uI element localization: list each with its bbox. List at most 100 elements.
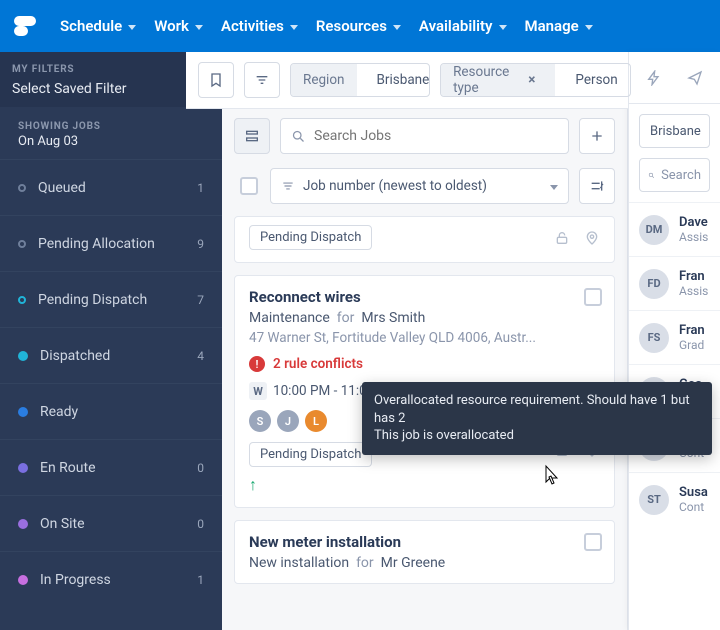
job-address: 47 Warner St, Fortitude Valley QLD 4006,… <box>249 330 600 346</box>
status-count: 4 <box>197 349 204 363</box>
nav-work[interactable]: Work <box>154 17 203 35</box>
resource-name: Fran <box>679 269 708 284</box>
resource-name: Fran <box>679 323 705 338</box>
job-title: Reconnect wires <box>249 288 600 306</box>
status-count: 7 <box>197 293 204 307</box>
app-logo <box>14 14 42 38</box>
nav-activities[interactable]: Activities <box>221 17 298 35</box>
status-badge: Pending Dispatch <box>249 225 372 250</box>
region-filter-select[interactable]: Brisbane <box>639 114 710 148</box>
chevron-down-icon <box>499 25 507 30</box>
avatar: DM <box>639 215 669 245</box>
send-button[interactable] <box>680 60 711 96</box>
resource-name: Susa <box>679 485 708 500</box>
filter-chip-region[interactable]: Region Brisbane <box>290 63 430 97</box>
status-row[interactable]: En Route0 <box>0 439 222 495</box>
status-name: Pending Dispatch <box>38 292 147 308</box>
resource-row[interactable]: FSFranGrad <box>629 310 720 364</box>
status-count: 9 <box>197 237 204 251</box>
search-icon <box>291 129 306 144</box>
add-job-button[interactable] <box>579 118 615 154</box>
status-row[interactable]: On Site 0 <box>0 495 222 551</box>
status-row[interactable]: Pending Allocation 9 <box>0 215 222 271</box>
status-row[interactable]: Queued 1 <box>0 159 222 215</box>
status-name: In Progress <box>40 572 111 588</box>
chevron-down-icon <box>128 25 136 30</box>
status-row[interactable]: Pending Dispatch 7 <box>0 271 222 327</box>
status-list: Queued 1 Pending Allocation 9 Pending Dispat… <box>0 159 222 630</box>
resource-role: Cont <box>679 500 708 514</box>
nav-manage[interactable]: Manage <box>525 17 593 35</box>
status-dot <box>18 575 28 585</box>
arrow-up-icon: ↑ <box>249 475 257 495</box>
job-subtitle: New installation for Mr Greene <box>249 555 600 571</box>
filter-settings-button[interactable] <box>244 62 280 98</box>
resource-row[interactable]: FDFranAssis <box>629 256 720 310</box>
chevron-down-icon <box>290 25 298 30</box>
bookmark-button[interactable] <box>198 62 234 98</box>
resource-search-input[interactable]: Search <box>639 158 710 192</box>
status-badge: Pending Dispatch <box>249 442 372 467</box>
alert-icon: ! <box>249 356 265 372</box>
sort-options-button[interactable] <box>579 168 615 204</box>
job-select-checkbox[interactable] <box>584 533 602 551</box>
status-name: Dispatched <box>40 348 110 364</box>
resource-row[interactable]: ST SusaCont <box>629 472 720 526</box>
sort-select[interactable]: Job number (newest to oldest) <box>270 168 569 204</box>
resource-avatar-overallocated[interactable]: L <box>305 410 327 432</box>
close-icon[interactable]: × <box>528 72 543 88</box>
nav-schedule[interactable]: Schedule <box>60 17 136 35</box>
status-count: 0 <box>197 517 204 531</box>
showing-date: On Aug 03 <box>18 134 204 149</box>
resource-row[interactable]: DMDaveAssis <box>629 202 720 256</box>
lock-open-icon[interactable] <box>554 230 570 246</box>
job-card[interactable]: New meter installation New installation … <box>234 520 615 584</box>
chevron-down-icon <box>393 25 401 30</box>
filter-chip-resource-type[interactable]: Resource type × Person <box>440 63 631 97</box>
resource-avatar[interactable]: S <box>249 410 271 432</box>
status-count: 0 <box>197 461 204 475</box>
rule-conflict-indicator[interactable]: ! 2 rule conflicts <box>249 356 600 372</box>
saved-filter-select[interactable]: Select Saved Filter <box>12 81 210 97</box>
search-jobs-input[interactable] <box>280 118 569 154</box>
avatar: ST <box>639 485 669 515</box>
status-row[interactable]: Dispatched 4 <box>0 327 222 383</box>
job-title: New meter installation <box>249 533 600 551</box>
plus-icon <box>589 128 605 144</box>
resource-avatar[interactable]: J <box>277 410 299 432</box>
showing-label: SHOWING JOBS <box>18 121 204 132</box>
status-row[interactable]: In Progress 1 <box>0 551 222 607</box>
resources-panel: Brisbane Search DMDaveAssis FD Fran Assis FS… <box>628 52 720 630</box>
status-count: 1 <box>197 181 204 195</box>
job-card[interactable]: Pending Dispatch <box>234 216 615 263</box>
list-layout-button[interactable] <box>234 118 270 154</box>
top-nav: Schedule Work Activities Resources Avail… <box>0 0 720 52</box>
status-dot <box>18 463 28 473</box>
filter-bar: Region Brisbane Resource type × Person <box>186 52 628 109</box>
bolt-button[interactable] <box>639 60 670 96</box>
resource-list: DMDaveAssisFDFranAssisFSFranGradGPGeoCon… <box>629 202 720 526</box>
overallocation-tooltip: Overallocated resource requirement. Shou… <box>362 382 712 455</box>
status-dot <box>18 240 26 248</box>
nav-availability[interactable]: Availability <box>419 17 507 35</box>
status-name: Ready <box>40 404 78 420</box>
send-icon <box>687 70 703 86</box>
nav-resources[interactable]: Resources <box>316 17 401 35</box>
status-name: On Site <box>40 516 85 532</box>
day-badge: W <box>249 382 267 400</box>
select-all-checkbox[interactable] <box>240 177 258 195</box>
my-filters-label: MY FILTERS <box>12 64 210 75</box>
avatar: FD <box>639 269 669 299</box>
job-select-checkbox[interactable] <box>584 288 602 306</box>
status-name: Queued <box>38 180 86 196</box>
status-name: Pending Allocation <box>38 236 155 252</box>
sort-icon <box>281 179 295 193</box>
status-count: 1 <box>197 573 204 587</box>
location-pin-icon[interactable] <box>584 230 600 246</box>
status-dot <box>18 519 28 529</box>
status-row[interactable]: Ready <box>0 383 222 439</box>
resource-role: Assis <box>679 230 708 244</box>
bolt-icon <box>646 70 662 86</box>
job-subtitle: Maintenance for Mrs Smith <box>249 310 600 326</box>
search-icon <box>648 169 655 182</box>
